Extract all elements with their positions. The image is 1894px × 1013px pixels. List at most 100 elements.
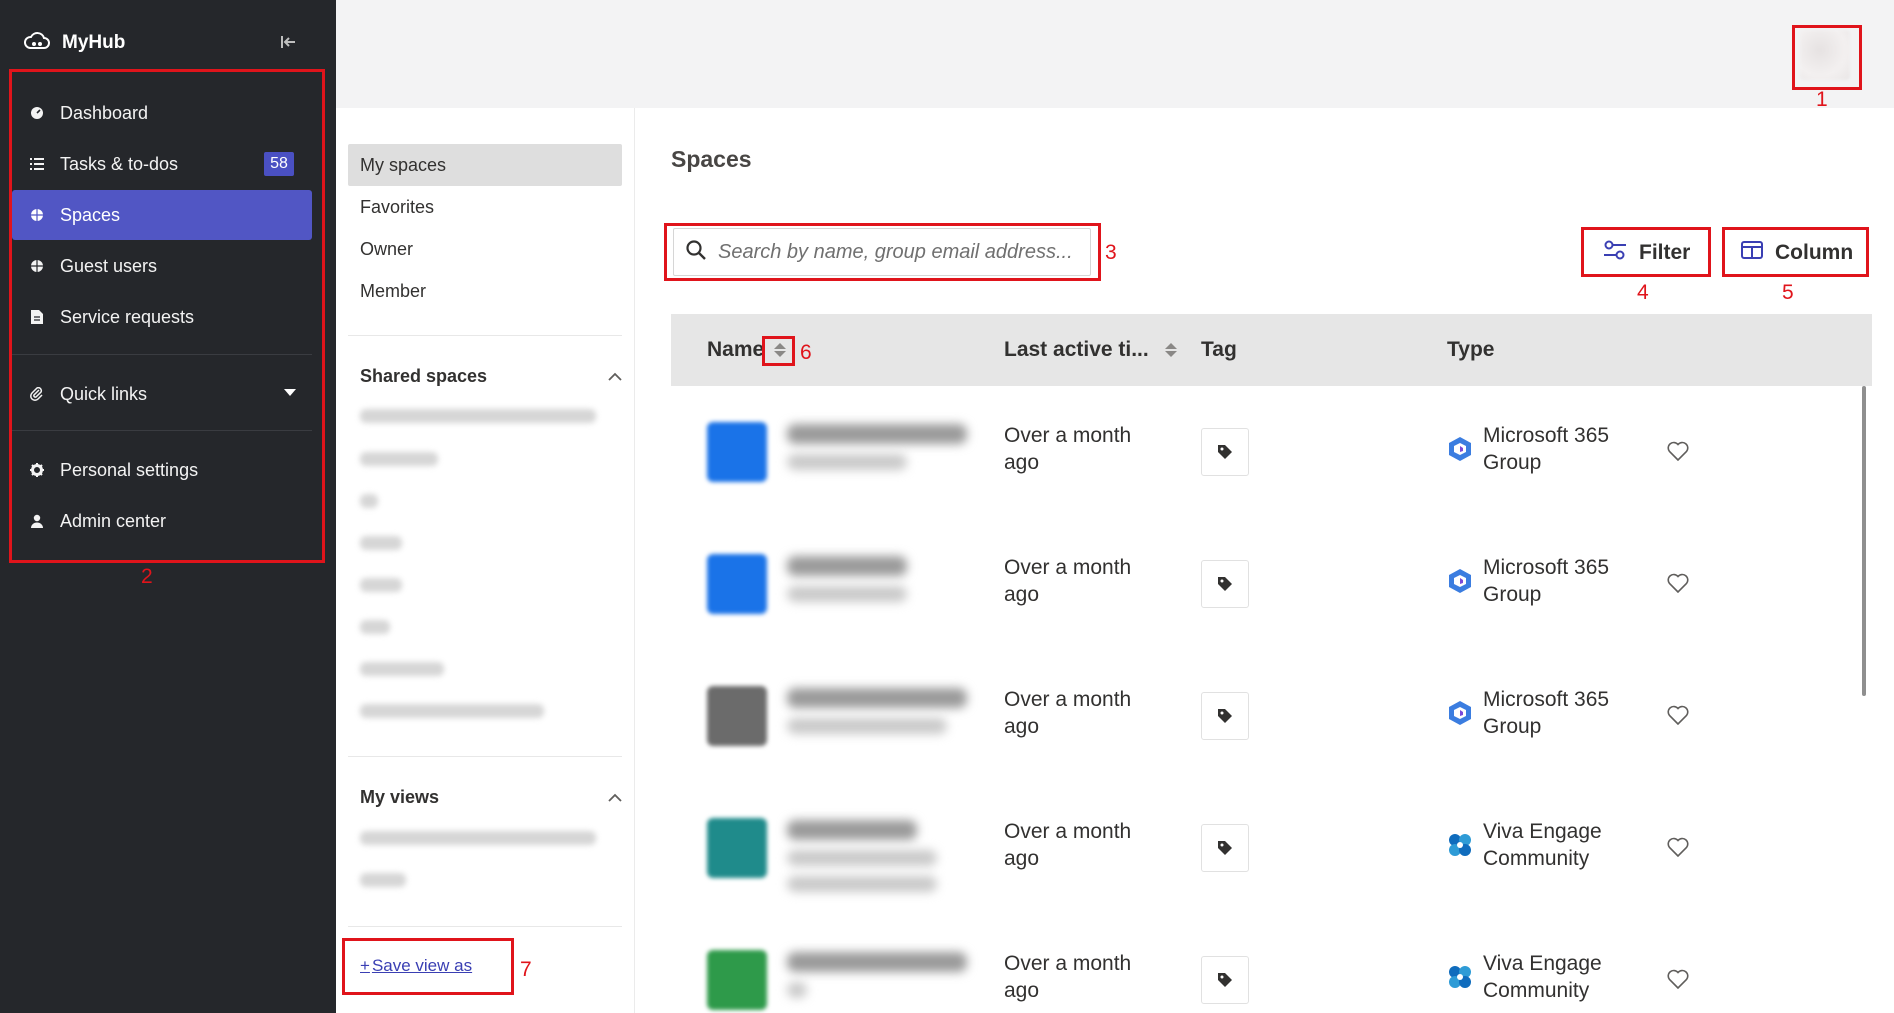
favorite-heart-button[interactable] [1663, 436, 1693, 466]
tag-button[interactable] [1201, 428, 1249, 476]
microsoft-365-icon [1449, 569, 1471, 593]
table-scrollbar[interactable] [1862, 386, 1866, 696]
space-description [787, 718, 947, 734]
annotation-number-5: 5 [1782, 281, 1794, 304]
type-value: Viva Engage Community [1483, 952, 1602, 1002]
globe-icon [28, 257, 46, 275]
filter-member[interactable]: Member [348, 270, 622, 312]
sidebar-divider [12, 354, 312, 355]
tag-icon [1218, 577, 1232, 591]
column-header-type: Type [1447, 338, 1495, 361]
columns-icon [1741, 241, 1763, 265]
sidebar-item-label: Guest users [60, 255, 158, 276]
document-icon [28, 308, 46, 326]
tag-button[interactable] [1201, 956, 1249, 1004]
sidebar-item-guest-users[interactable]: Guest users [12, 241, 312, 291]
brand[interactable]: MyHub [24, 28, 125, 58]
shared-spaces-title: Shared spaces [360, 365, 488, 386]
shared-space-item[interactable] [360, 620, 390, 634]
sidebar-item-label: Personal settings [60, 459, 199, 480]
table-row[interactable]: Over a month ago Microsoft 365 Group [671, 650, 1861, 782]
shared-space-item[interactable] [360, 578, 402, 592]
viva-engage-icon [1449, 834, 1471, 856]
shared-space-item[interactable] [360, 494, 378, 508]
favorite-heart-button[interactable] [1663, 568, 1693, 598]
page-title: Spaces [671, 146, 752, 172]
space-name [787, 424, 967, 444]
tag-button[interactable] [1201, 692, 1249, 740]
type-value: Microsoft 365 Group [1483, 424, 1610, 474]
sort-icon[interactable] [1164, 343, 1177, 357]
tasks-icon [28, 155, 46, 173]
spaces-icon [28, 206, 46, 224]
type-value: Microsoft 365 Group [1483, 556, 1610, 606]
sidebar-item-admin-center[interactable]: Admin center [12, 496, 312, 546]
search-input[interactable] [718, 240, 1078, 264]
sidebar-item-dashboard[interactable]: Dashboard [12, 88, 312, 138]
shared-space-item[interactable] [360, 409, 596, 423]
sidebar-item-tasks[interactable]: Tasks & to-dos 58 [12, 139, 312, 189]
my-view-item[interactable] [360, 831, 596, 845]
shared-space-item[interactable] [360, 452, 438, 466]
annotation-number-2: 2 [141, 565, 153, 588]
sidebar-item-label: Tasks & to-dos [60, 153, 179, 174]
tag-icon [1218, 445, 1232, 459]
space-thumbnail [707, 950, 767, 1010]
space-description [787, 850, 937, 866]
favorite-heart-button[interactable] [1663, 832, 1693, 862]
my-views-header[interactable]: My views [360, 782, 622, 812]
search-icon [686, 239, 706, 265]
favorite-heart-button[interactable] [1663, 700, 1693, 730]
collapse-icon [281, 36, 295, 48]
table-row[interactable]: Over a month ago Microsoft 365 Group [671, 386, 1861, 518]
sidebar-item-spaces[interactable]: Spaces [12, 190, 312, 240]
filter-owner[interactable]: Owner [348, 228, 622, 270]
shared-space-item[interactable] [360, 662, 444, 676]
filter-button[interactable]: Filter [1603, 231, 1690, 275]
filter-my-spaces[interactable]: My spaces [348, 144, 622, 186]
filter-icon [1603, 240, 1627, 266]
sidebar-item-label: Service requests [60, 306, 195, 327]
chevron-down-icon[interactable] [284, 389, 296, 396]
shared-space-item[interactable] [360, 704, 544, 718]
sidebar-item-personal-settings[interactable]: Personal settings [12, 445, 312, 495]
collapse-sidebar-button[interactable] [276, 30, 300, 54]
tag-icon [1218, 973, 1232, 987]
column-header-last-active[interactable]: Last active ti... [1004, 314, 1177, 386]
filter-favorites[interactable]: Favorites [348, 186, 622, 228]
table-row[interactable]: Over a month ago Viva Engage Community [671, 914, 1861, 1013]
heart-icon [1667, 573, 1689, 593]
space-description [787, 876, 937, 892]
microsoft-365-icon [1449, 437, 1471, 461]
table-row[interactable]: Over a month ago Viva Engage Community [671, 782, 1861, 914]
dashboard-icon [28, 104, 46, 122]
column-button[interactable]: Column [1741, 231, 1853, 275]
table-row[interactable]: Over a month ago Microsoft 365 Group [671, 518, 1861, 650]
annotation-number-3: 3 [1105, 241, 1117, 264]
column-header-name[interactable]: Name [707, 314, 787, 386]
sidebar-item-label: Dashboard [60, 102, 149, 123]
space-name [787, 820, 917, 840]
panel-divider [348, 926, 622, 927]
plus-icon: + [360, 956, 370, 975]
space-name [787, 952, 967, 972]
sort-icon[interactable] [774, 343, 787, 357]
favorite-heart-button[interactable] [1663, 964, 1693, 994]
user-avatar[interactable] [1800, 30, 1850, 80]
my-views-title: My views [360, 786, 440, 807]
type-value: Viva Engage Community [1483, 820, 1602, 870]
sidebar-item-service-requests[interactable]: Service requests [12, 292, 312, 342]
annotation-number-7: 7 [520, 958, 532, 981]
shared-space-item[interactable] [360, 536, 402, 550]
tag-button[interactable] [1201, 560, 1249, 608]
sidebar-item-label: Admin center [60, 510, 167, 531]
column-label: Column [1775, 241, 1854, 264]
save-view-as-link[interactable]: + Save view as [360, 956, 472, 976]
shared-spaces-header[interactable]: Shared spaces [360, 361, 622, 391]
tag-icon [1218, 841, 1232, 855]
sidebar-item-label: Quick links [60, 383, 148, 404]
my-view-item[interactable] [360, 873, 406, 887]
sidebar-item-quick-links[interactable]: Quick links [12, 369, 312, 419]
tag-button[interactable] [1201, 824, 1249, 872]
space-thumbnail [707, 422, 767, 482]
